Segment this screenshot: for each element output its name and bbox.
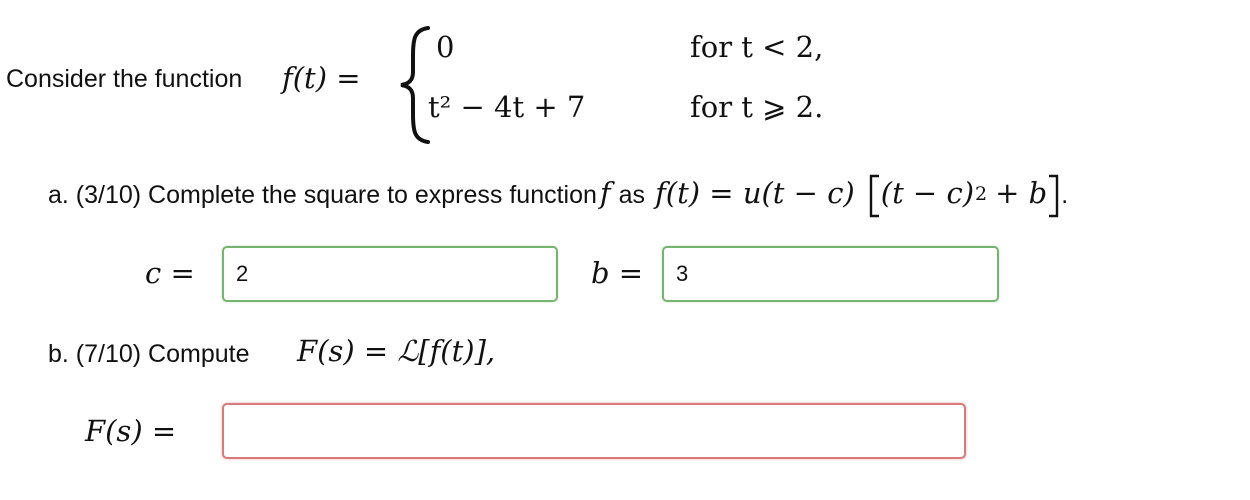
- b-label: b =: [591, 256, 644, 290]
- part-a-formula-tail: + b: [995, 176, 1048, 210]
- part-a-bracket-group: (t − c) 2 + b: [867, 174, 1061, 218]
- b-answer-input[interactable]: [662, 246, 999, 302]
- function-lhs: f(t) =: [282, 61, 361, 95]
- part-b-label: b. (7/10) Compute: [48, 340, 250, 368]
- c-answer-input[interactable]: [222, 246, 558, 302]
- part-a-as-word: as: [618, 181, 646, 209]
- left-brace-icon: [400, 26, 430, 144]
- part-b-formula: F(s) = ℒ[f(t)],: [297, 334, 496, 368]
- part-a-end-period: .: [1061, 181, 1069, 209]
- case1-expression: 0: [436, 30, 455, 64]
- F-answer-input[interactable]: [222, 403, 966, 459]
- intro-label: Consider the function: [6, 65, 243, 93]
- part-a-formula-inner: (t − c): [880, 176, 975, 210]
- part-a-f-symbol: f: [599, 176, 611, 210]
- c-label: c =: [145, 256, 195, 290]
- right-square-bracket-icon: [1049, 174, 1059, 218]
- case1-condition: for t < 2,: [690, 30, 824, 64]
- case2-condition: for t ⩾ 2.: [690, 90, 824, 124]
- case2-expression: t² − 4t + 7: [428, 90, 586, 124]
- part-a-formula-left: f(t) = u(t − c): [655, 176, 855, 210]
- left-square-bracket-icon: [869, 174, 879, 218]
- part-a-label: a. (3/10) Complete the square to express…: [48, 181, 597, 209]
- part-a-formula-exponent: 2: [975, 183, 988, 205]
- F-label: F(s) =: [85, 414, 177, 448]
- part-a-question: a. (3/10) Complete the square to express…: [48, 174, 1069, 218]
